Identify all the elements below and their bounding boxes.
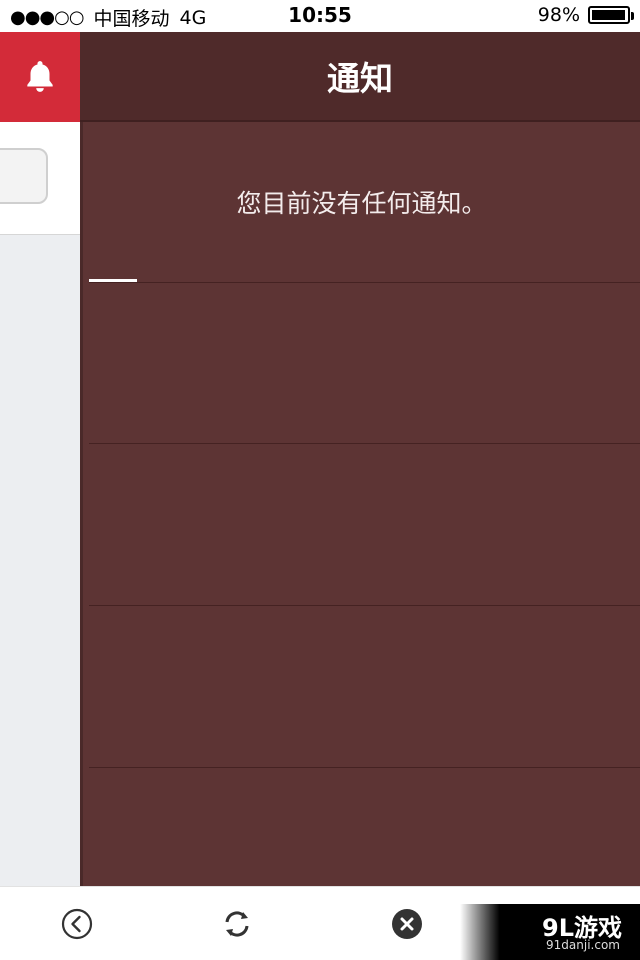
close-circle-icon xyxy=(392,909,422,939)
refresh-button[interactable] xyxy=(220,907,254,941)
battery-tip xyxy=(631,12,634,20)
battery-fill xyxy=(592,10,626,20)
battery-percent: 98% xyxy=(537,4,580,26)
list-divider xyxy=(89,767,640,768)
notifications-tab-button[interactable] xyxy=(0,32,80,122)
watermark: 9L游戏 91danji.com xyxy=(460,904,640,960)
battery-icon xyxy=(588,6,634,24)
notifications-header: 通知 xyxy=(80,32,640,122)
status-bar: ●●●○○ 中国移动 4G 10:55 98% xyxy=(0,0,640,30)
bell-icon xyxy=(27,61,53,92)
side-drawer-top xyxy=(0,122,80,235)
page-title: 通知 xyxy=(327,59,393,98)
close-button[interactable] xyxy=(390,907,424,941)
chevron-left-circle-icon xyxy=(61,908,93,940)
status-right: 98% xyxy=(537,4,634,26)
refresh-icon xyxy=(225,911,249,937)
watermark-url: 91danji.com xyxy=(546,938,620,952)
side-drawer-button[interactable] xyxy=(0,148,48,204)
list-divider xyxy=(89,443,640,444)
back-button[interactable] xyxy=(60,907,94,941)
list-divider xyxy=(89,282,640,283)
empty-notifications-message: 您目前没有任何通知。 xyxy=(236,189,487,218)
side-drawer xyxy=(0,122,80,886)
list-divider xyxy=(89,605,640,606)
notifications-list: 您目前没有任何通知。 xyxy=(80,122,640,886)
